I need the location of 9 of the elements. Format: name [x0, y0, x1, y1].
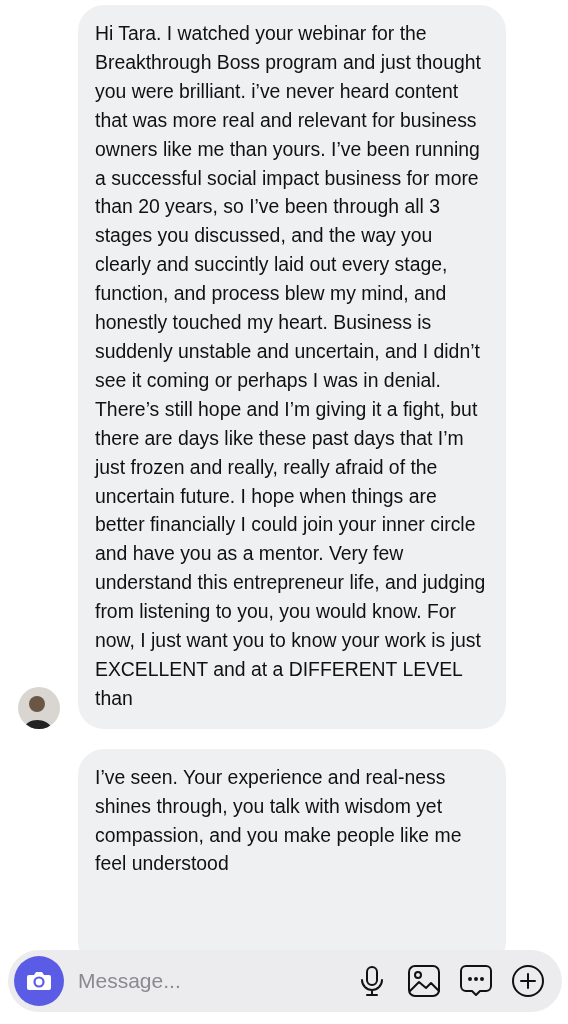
plus-circle-icon	[511, 964, 545, 998]
chat-bubble-icon	[459, 964, 493, 998]
camera-icon	[26, 970, 52, 992]
message-field[interactable]: Message...	[76, 968, 340, 994]
camera-button[interactable]	[14, 956, 64, 1006]
avatar[interactable]	[18, 686, 60, 729]
image-icon	[407, 964, 441, 998]
message-bubble: Hi Tara. I watched your webinar for the Breakthrough Boss program and just thought you were brilliant. i’ve never heard content that was more real and relevant for business owners like me than yours. I’ve been running a successful social impact business for more than 20 years, so I’ve been through all 3 stages you discussed, and the way you clearly and succintly laid out every stage, function, and process blew my mind, and honestly touched my heart. Business is suddenly unstable and uncertain, and I didn’t see it coming or perhaps I was in denial. There’s still hope and I’m giving it a fight, but there are days like these past days that I’m just frozen and really, really afraid of the uncertain future. I hope when things are better financially I could join your inner circle and have you as a mentor. Very few understand this entrepreneur life, and judging from listening to you, you would know. For now, I just want you to know your work is just EXCELLENT and at a DIFFERENT LEVEL than	[78, 5, 506, 729]
microphone-icon	[359, 965, 385, 997]
